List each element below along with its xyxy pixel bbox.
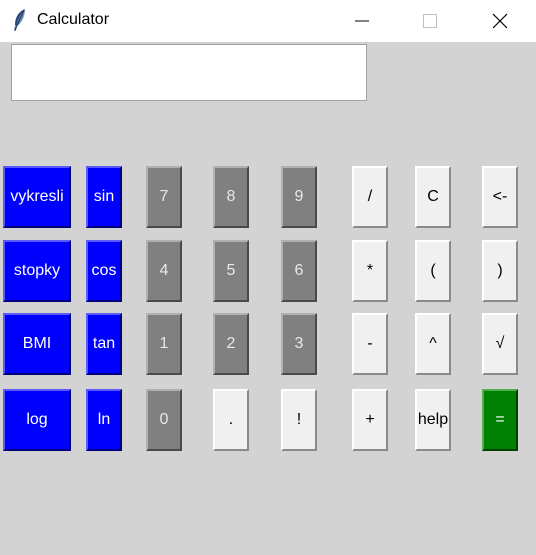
log-button[interactable]: log — [3, 389, 71, 451]
digit-3-button[interactable]: 3 — [281, 313, 317, 375]
digit-9-button[interactable]: 9 — [281, 166, 317, 228]
close-paren-button[interactable]: ) — [482, 240, 518, 302]
sqrt-button[interactable]: √ — [482, 313, 518, 375]
title-bar: Calculator — [0, 0, 536, 43]
digit-7-button[interactable]: 7 — [146, 166, 182, 228]
display-field[interactable] — [11, 44, 367, 101]
window-title: Calculator — [37, 11, 110, 28]
maximize-button[interactable] — [396, 0, 464, 42]
close-icon — [492, 13, 508, 29]
divide-button[interactable]: / — [352, 166, 388, 228]
decimal-button[interactable]: . — [213, 389, 249, 451]
open-paren-button[interactable]: ( — [415, 240, 451, 302]
minimize-button[interactable] — [328, 0, 396, 42]
digit-6-button[interactable]: 6 — [281, 240, 317, 302]
help-button[interactable]: help — [415, 389, 451, 451]
equals-button[interactable]: = — [482, 389, 518, 451]
minimize-icon — [355, 20, 369, 22]
maximize-icon — [423, 14, 437, 28]
cos-button[interactable]: cos — [86, 240, 122, 302]
stopky-button[interactable]: stopky — [3, 240, 71, 302]
bmi-button[interactable]: BMI — [3, 313, 71, 375]
multiply-button[interactable]: * — [352, 240, 388, 302]
power-button[interactable]: ^ — [415, 313, 451, 375]
display-input[interactable] — [12, 45, 366, 100]
vykresli-button[interactable]: vykresli — [3, 166, 71, 228]
sin-button[interactable]: sin — [86, 166, 122, 228]
digit-8-button[interactable]: 8 — [213, 166, 249, 228]
close-button[interactable] — [466, 0, 534, 42]
factorial-button[interactable]: ! — [281, 389, 317, 451]
digit-0-button[interactable]: 0 — [146, 389, 182, 451]
digit-4-button[interactable]: 4 — [146, 240, 182, 302]
digit-2-button[interactable]: 2 — [213, 313, 249, 375]
backspace-button[interactable]: <- — [482, 166, 518, 228]
add-button[interactable]: + — [352, 389, 388, 451]
ln-button[interactable]: ln — [86, 389, 122, 451]
digit-1-button[interactable]: 1 — [146, 313, 182, 375]
clear-button[interactable]: C — [415, 166, 451, 228]
digit-5-button[interactable]: 5 — [213, 240, 249, 302]
subtract-button[interactable]: - — [352, 313, 388, 375]
feather-icon — [12, 8, 28, 32]
tan-button[interactable]: tan — [86, 313, 122, 375]
